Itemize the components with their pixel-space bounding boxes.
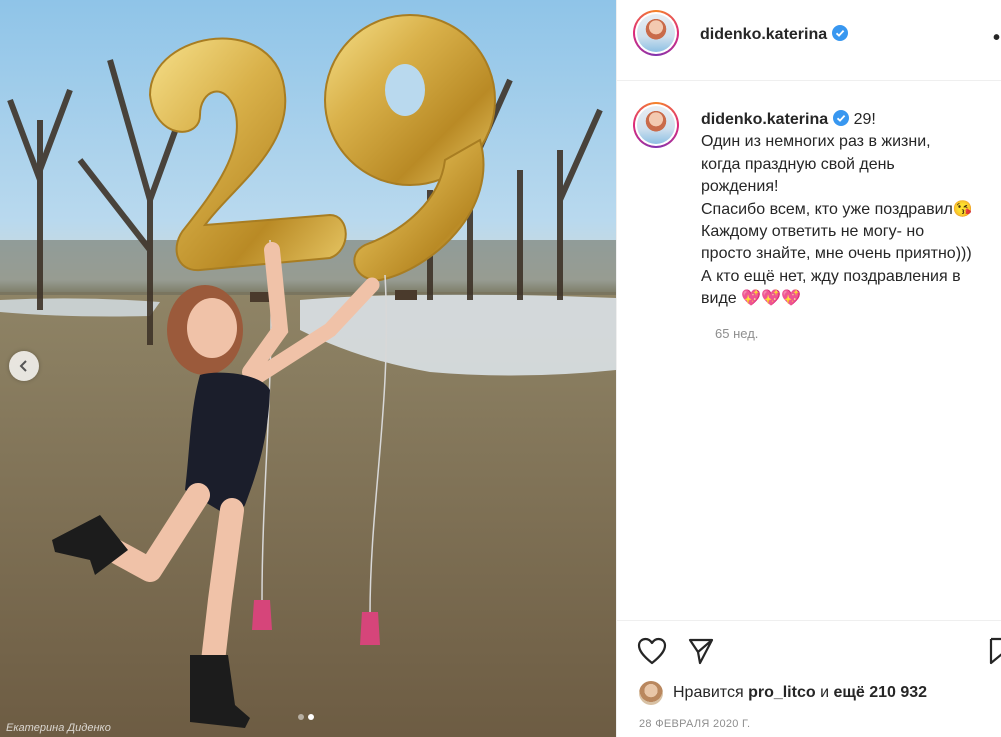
photo-scene (0, 14, 616, 737)
caption-line: виде 💖💖💖 (701, 290, 801, 308)
caption-line: Каждому ответить не могу- но (701, 223, 925, 241)
photo-watermark: Екатерина Диденко (6, 722, 111, 734)
likes-count[interactable]: ещё 210 932 (833, 684, 927, 702)
caption-username[interactable]: didenko.katerina (701, 111, 828, 128)
likes-middle: и (820, 684, 830, 701)
post-sidebar: didenko.katerina • didenko.katerina 29! … (616, 0, 1001, 737)
caption-line: А кто ещё нет, жду поздравления в (701, 267, 961, 285)
caption-line: 29! (853, 111, 876, 128)
verified-badge-icon (833, 110, 850, 126)
chevron-left-icon (19, 360, 27, 372)
caption-line: когда праздную свой день (701, 155, 895, 173)
liker-avatar[interactable] (639, 681, 663, 705)
caption-text: didenko.katerina 29! Один из немногих ра… (701, 109, 1001, 311)
caption-author-avatar[interactable] (633, 102, 679, 148)
caption-line: Спасибо всем, кто уже поздравил😘 (701, 200, 973, 218)
post-header: didenko.katerina • (617, 0, 1001, 81)
verified-badge-icon (832, 25, 849, 41)
carousel-dot (298, 714, 304, 720)
likes-prefix: Нравится (673, 684, 744, 701)
carousel-dots (298, 714, 314, 720)
likes-summary: Нравится pro_litco и ещё 210 932 (639, 681, 927, 705)
author-username[interactable]: didenko.katerina (700, 26, 827, 43)
caption-line: Один из немногих раз в жизни, (701, 133, 931, 151)
post-photo[interactable]: Екатерина Диденко (0, 0, 616, 737)
post-date[interactable]: 28 ФЕВРАЛЯ 2020 Г. (639, 718, 750, 730)
save-bookmark-icon[interactable] (989, 637, 1001, 665)
author-avatar[interactable] (633, 10, 679, 56)
more-options-button[interactable]: • (993, 28, 1000, 48)
caption-age[interactable]: 65 нед. (715, 326, 758, 341)
caption-line: просто знайте, мне очень приятно))) (701, 245, 972, 263)
share-direct-icon[interactable] (687, 637, 715, 665)
carousel-dot-active (308, 714, 314, 720)
liker-username[interactable]: pro_litco (748, 684, 816, 702)
like-heart-icon[interactable] (637, 637, 667, 665)
caption-line: рождения! (701, 178, 779, 196)
actions-bar (617, 620, 1001, 621)
previous-image-button[interactable] (9, 351, 39, 381)
